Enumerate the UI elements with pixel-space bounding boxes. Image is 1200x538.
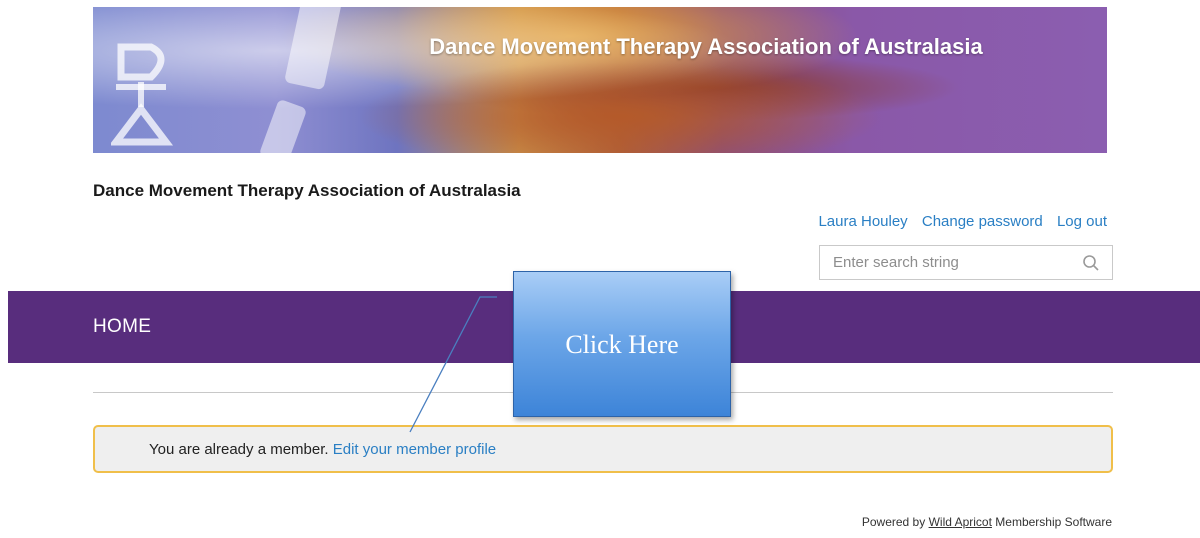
footer-suffix: Membership Software <box>995 515 1112 529</box>
click-here-callout: Click Here <box>513 271 731 417</box>
wild-apricot-link[interactable]: Wild Apricot <box>929 515 992 529</box>
user-links: Laura Houley Change password Log out <box>808 213 1107 230</box>
change-password-link[interactable]: Change password <box>922 213 1043 230</box>
user-name-link[interactable]: Laura Houley <box>818 213 907 230</box>
footer-powered-by: Powered by <box>861 515 926 529</box>
notice-message: You are already a member. Edit your memb… <box>149 441 496 458</box>
search-box <box>819 245 1113 280</box>
search-icon[interactable] <box>1082 254 1100 272</box>
page: Dance Movement Therapy Association of Au… <box>0 0 1200 538</box>
callout-label: Click Here <box>565 330 679 359</box>
site-title[interactable]: Dance Movement Therapy Association of Au… <box>93 181 521 201</box>
banner-decoration <box>258 98 308 153</box>
edit-profile-link[interactable]: Edit your member profile <box>333 441 496 458</box>
search-input[interactable] <box>820 246 1070 279</box>
member-notice: You are already a member. Edit your memb… <box>93 425 1113 473</box>
header-banner[interactable]: Dance Movement Therapy Association of Au… <box>93 7 1107 153</box>
log-out-link[interactable]: Log out <box>1057 213 1107 230</box>
banner-title: Dance Movement Therapy Association of Au… <box>429 34 983 59</box>
notice-text: You are already a member. <box>149 441 329 458</box>
footer: Powered by Wild Apricot Membership Softw… <box>862 515 1112 529</box>
nav-item-home[interactable]: HOME <box>93 316 151 338</box>
